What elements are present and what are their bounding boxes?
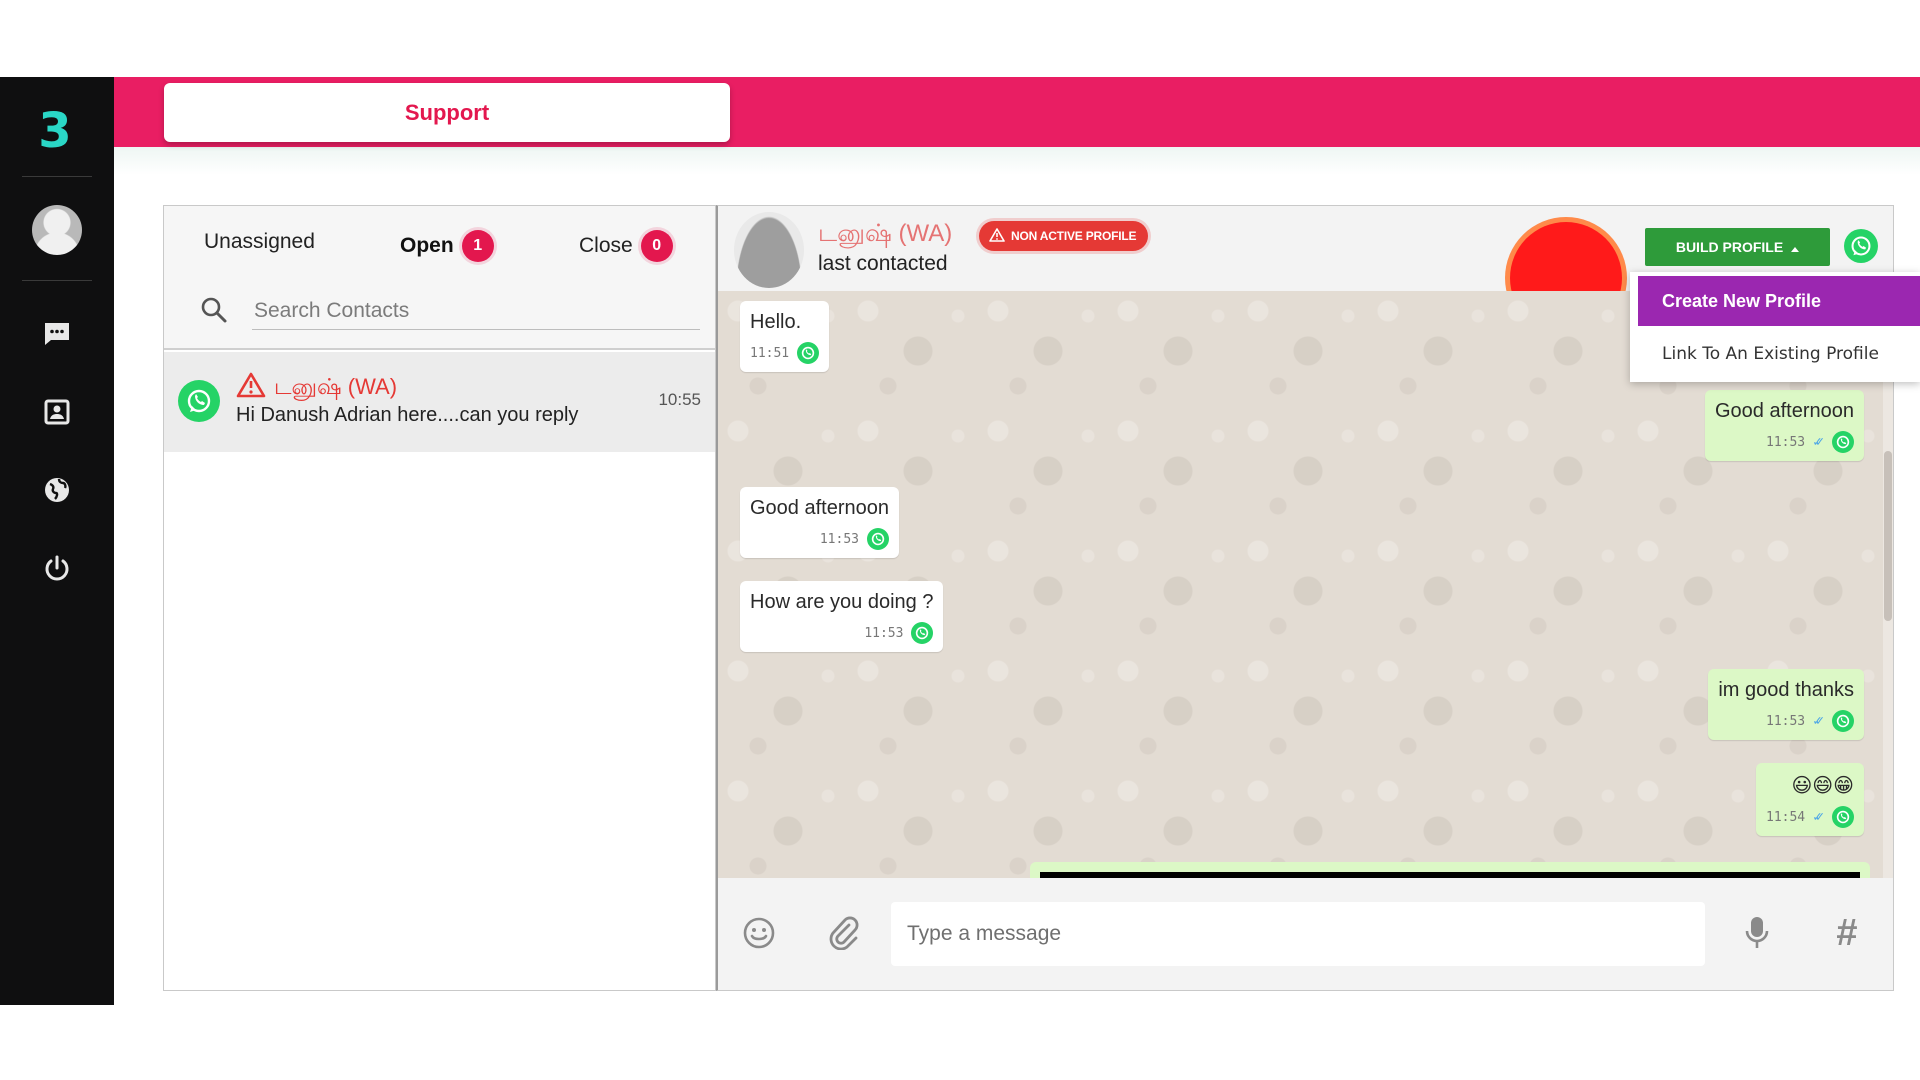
double-check-icon: ✓✓: [1813, 434, 1824, 450]
contact-search: [200, 292, 700, 332]
emoji-icon[interactable]: [738, 912, 780, 954]
whatsapp-icon: [1832, 431, 1854, 453]
whatsapp-icon[interactable]: [1844, 229, 1878, 263]
tab-open[interactable]: Open 1: [400, 230, 494, 262]
app-logo[interactable]: 3: [33, 105, 77, 157]
microphone-icon[interactable]: [1736, 912, 1778, 954]
build-profile-label: BUILD PROFILE: [1675, 239, 1784, 255]
message-text: How are you doing ?: [750, 591, 934, 613]
contact-name: டனுஷ் (WA): [274, 373, 398, 399]
link-existing-profile-item[interactable]: Link To An Existing Profile: [1638, 334, 1920, 374]
power-icon[interactable]: [37, 548, 77, 588]
message-time: 11:53: [1766, 713, 1806, 729]
message-time: 11:54: [1766, 809, 1806, 825]
message-time: 11:53: [1766, 434, 1806, 450]
attachment-icon[interactable]: [822, 912, 864, 954]
message-bubble-incoming: Good afternoon 11:53: [740, 487, 899, 558]
whatsapp-icon: [178, 380, 220, 422]
message-composer: #: [718, 878, 1893, 990]
scroll-thumb[interactable]: [1884, 451, 1892, 621]
message-text: Hello.: [750, 311, 802, 333]
media-message-partial: [1030, 862, 1870, 878]
whatsapp-icon: [1832, 710, 1854, 732]
nav-divider: [22, 176, 92, 177]
whatsapp-icon: [797, 342, 820, 364]
build-profile-button[interactable]: BUILD PROFILE: [1645, 228, 1830, 266]
tab-close[interactable]: Close 0: [579, 230, 673, 262]
close-count-badge: 0: [640, 230, 673, 262]
support-tab[interactable]: Support: [164, 83, 730, 142]
nav-divider: [22, 280, 92, 281]
whatsapp-icon: [867, 528, 889, 550]
app-screen: 3 Support Unassigned Open 1 Close 0 Sear…: [0, 0, 1920, 1080]
chat-contact-name: டனுஷ் (WA): [818, 220, 953, 247]
message-text: 😃😄😁: [1791, 775, 1854, 797]
left-nav: 3: [0, 77, 114, 1005]
top-bar-shadow: [114, 147, 1920, 175]
contact-last-message: Hi Danush Adrian here....can you reply: [236, 404, 579, 426]
build-profile-dropdown: Create New Profile Link To An Existing P…: [1630, 272, 1920, 382]
message-text: Good afternoon: [1715, 400, 1854, 422]
chat-icon[interactable]: [37, 314, 77, 354]
contact-avatar: [734, 212, 804, 288]
message-bubble-outgoing: 😃😄😁 11:54 ✓✓: [1756, 763, 1864, 836]
tab-unassigned[interactable]: Unassigned: [204, 230, 315, 254]
contacts-panel: Unassigned Open 1 Close 0 Search Contact…: [163, 205, 716, 991]
message-text: im good thanks: [1718, 679, 1854, 701]
message-time: 11:53: [864, 625, 904, 641]
whatsapp-icon: [1832, 806, 1854, 828]
search-icon: [200, 296, 228, 329]
double-check-icon: ✓✓: [1813, 809, 1824, 825]
message-bubble-outgoing: im good thanks 11:53 ✓✓: [1708, 669, 1864, 740]
tab-label: Unassigned: [204, 230, 315, 253]
create-new-profile-item[interactable]: Create New Profile: [1638, 276, 1920, 326]
double-check-icon: ✓✓: [1813, 713, 1824, 729]
contact-tabs: Unassigned Open 1 Close 0: [164, 206, 715, 350]
globe-icon[interactable]: [37, 470, 77, 510]
contact-list-item[interactable]: டனுஷ் (WA) Hi Danush Adrian here....can …: [164, 352, 715, 452]
warning-icon: [236, 372, 266, 404]
message-input[interactable]: [891, 902, 1705, 966]
badge-label: NON ACTIVE PROFILE: [1011, 229, 1137, 243]
tab-label: Close: [579, 234, 633, 257]
whatsapp-icon: [911, 622, 934, 644]
contact-time: 10:55: [658, 390, 701, 409]
caret-up-icon: [1791, 239, 1800, 255]
user-avatar[interactable]: [32, 205, 82, 255]
chat-subtitle: last contacted: [818, 252, 948, 275]
contact-name-row: டனுஷ் (WA): [236, 372, 397, 404]
message-time: 11:51: [750, 345, 790, 361]
non-active-profile-badge: NON ACTIVE PROFILE: [979, 221, 1149, 251]
message-text: Good afternoon: [750, 497, 889, 519]
search-input[interactable]: [252, 292, 700, 330]
open-count-badge: 1: [461, 230, 494, 262]
message-bubble-incoming: How are you doing ? 11:53: [740, 581, 944, 652]
warning-icon: [989, 227, 1005, 245]
contacts-icon[interactable]: [37, 392, 77, 432]
hashtag-icon[interactable]: #: [1826, 912, 1868, 954]
message-bubble-incoming: Hello. 11:51: [740, 301, 830, 372]
message-bubble-outgoing: Good afternoon 11:53 ✓✓: [1705, 390, 1864, 461]
tab-label: Open: [400, 234, 454, 257]
message-time: 11:53: [819, 531, 859, 547]
